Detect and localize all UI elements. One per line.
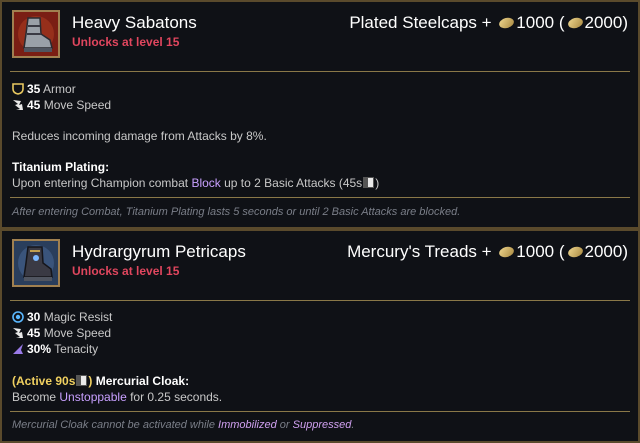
item-note: After entering Combat, Titanium Plating … [12, 206, 461, 218]
move-speed-icon [12, 99, 24, 111]
cooldown-icon [76, 375, 88, 386]
gold-icon [498, 15, 516, 30]
stat-value: 30 [27, 310, 41, 324]
keyword-unstoppable: Unstoppable [59, 390, 127, 404]
passive-text: Upon entering Champion combat Block up t… [12, 175, 628, 191]
stat-label: Tenacity [51, 342, 99, 356]
total-open: ( [554, 242, 565, 261]
stat-value: 45 [27, 98, 41, 112]
active-text-1: Become [12, 390, 60, 404]
divider [10, 197, 630, 198]
item-description: Reduces incoming damage from Attacks by … [12, 129, 267, 143]
stat-row: 30 Magic Resist [12, 309, 112, 325]
divider [10, 300, 630, 301]
stat-row: 30% Tenacity [12, 341, 112, 357]
boots-icon [12, 10, 60, 58]
cooldown-icon [363, 177, 375, 188]
total-open: ( [554, 13, 565, 32]
stats-list: 35 Armor 45 Move Speed [12, 81, 111, 113]
gold-icon [566, 15, 584, 30]
magic-resist-icon [12, 311, 24, 323]
unlock-requirement: Unlocks at level 15 [72, 35, 180, 49]
divider [10, 71, 630, 72]
divider [10, 411, 630, 412]
upgrade-cost: Mercury's Treads + 1000 (2000) [347, 242, 628, 262]
passive-text-1: Upon entering Champion combat [12, 176, 192, 190]
active-label: (Active 90s [12, 374, 76, 388]
passive-name: Titanium Plating: [12, 160, 110, 174]
tenacity-icon [12, 343, 24, 355]
item-card-hydrargyrum-petricaps: Hydrargyrum Petricaps Unlocks at level 1… [0, 229, 640, 443]
active-block: (Active 90s) Mercurial Cloak: Become Uns… [12, 373, 628, 405]
active-text-2: for 0.25 seconds. [126, 390, 223, 404]
item-card-heavy-sabatons: Heavy Sabatons Unlocks at level 15 Plate… [0, 0, 640, 229]
stat-row: 45 Move Speed [12, 325, 112, 341]
upgrade-name: Plated Steelcaps + [349, 13, 497, 32]
stat-label: Move Speed [40, 326, 112, 340]
unlock-requirement: Unlocks at level 15 [72, 264, 180, 278]
item-note: Mercurial Cloak cannot be activated whil… [12, 419, 628, 431]
active-name: Mercurial Cloak: [92, 374, 190, 388]
stat-label: Armor [40, 82, 76, 96]
upgrade-name: Mercury's Treads + [347, 242, 497, 261]
passive-block: Titanium Plating: Upon entering Champion… [12, 159, 628, 191]
passive-text-2: up to 2 Basic Attacks (45s [220, 176, 363, 190]
stat-label: Move Speed [40, 98, 112, 112]
stat-label: Magic Resist [40, 310, 113, 324]
keyword-immobilized: Immobilized [218, 419, 277, 431]
boots-icon [12, 239, 60, 287]
keyword-block: Block [191, 176, 221, 190]
keyword-suppressed: Suppressed [292, 419, 352, 431]
active-header: (Active 90s) Mercurial Cloak: [12, 373, 628, 389]
note-text-2: or [276, 419, 293, 431]
stat-row: 35 Armor [12, 81, 111, 97]
gold-icon [566, 244, 584, 259]
stat-row: 45 Move Speed [12, 97, 111, 113]
cost: 1000 [516, 242, 555, 261]
stat-value: 30% [27, 342, 52, 356]
total-close: ) [622, 13, 628, 32]
item-name: Heavy Sabatons [72, 13, 197, 32]
upgrade-cost: Plated Steelcaps + 1000 (2000) [349, 13, 628, 33]
stat-value: 35 [27, 82, 41, 96]
stat-value: 45 [27, 326, 41, 340]
total-cost: 2000 [584, 13, 623, 32]
note-text-1: Mercurial Cloak cannot be activated whil… [12, 419, 219, 431]
cost: 1000 [516, 13, 555, 32]
total-cost: 2000 [584, 242, 623, 261]
total-close: ) [622, 242, 628, 261]
move-speed-icon [12, 327, 24, 339]
stats-list: 30 Magic Resist 45 Move Speed 30% Tenaci… [12, 309, 112, 357]
active-text: Become Unstoppable for 0.25 seconds. [12, 389, 628, 405]
item-name: Hydrargyrum Petricaps [72, 242, 246, 261]
gold-icon [498, 244, 516, 259]
note-text-3: . [351, 419, 355, 431]
passive-text-3: ) [375, 176, 380, 190]
armor-icon [12, 83, 24, 95]
